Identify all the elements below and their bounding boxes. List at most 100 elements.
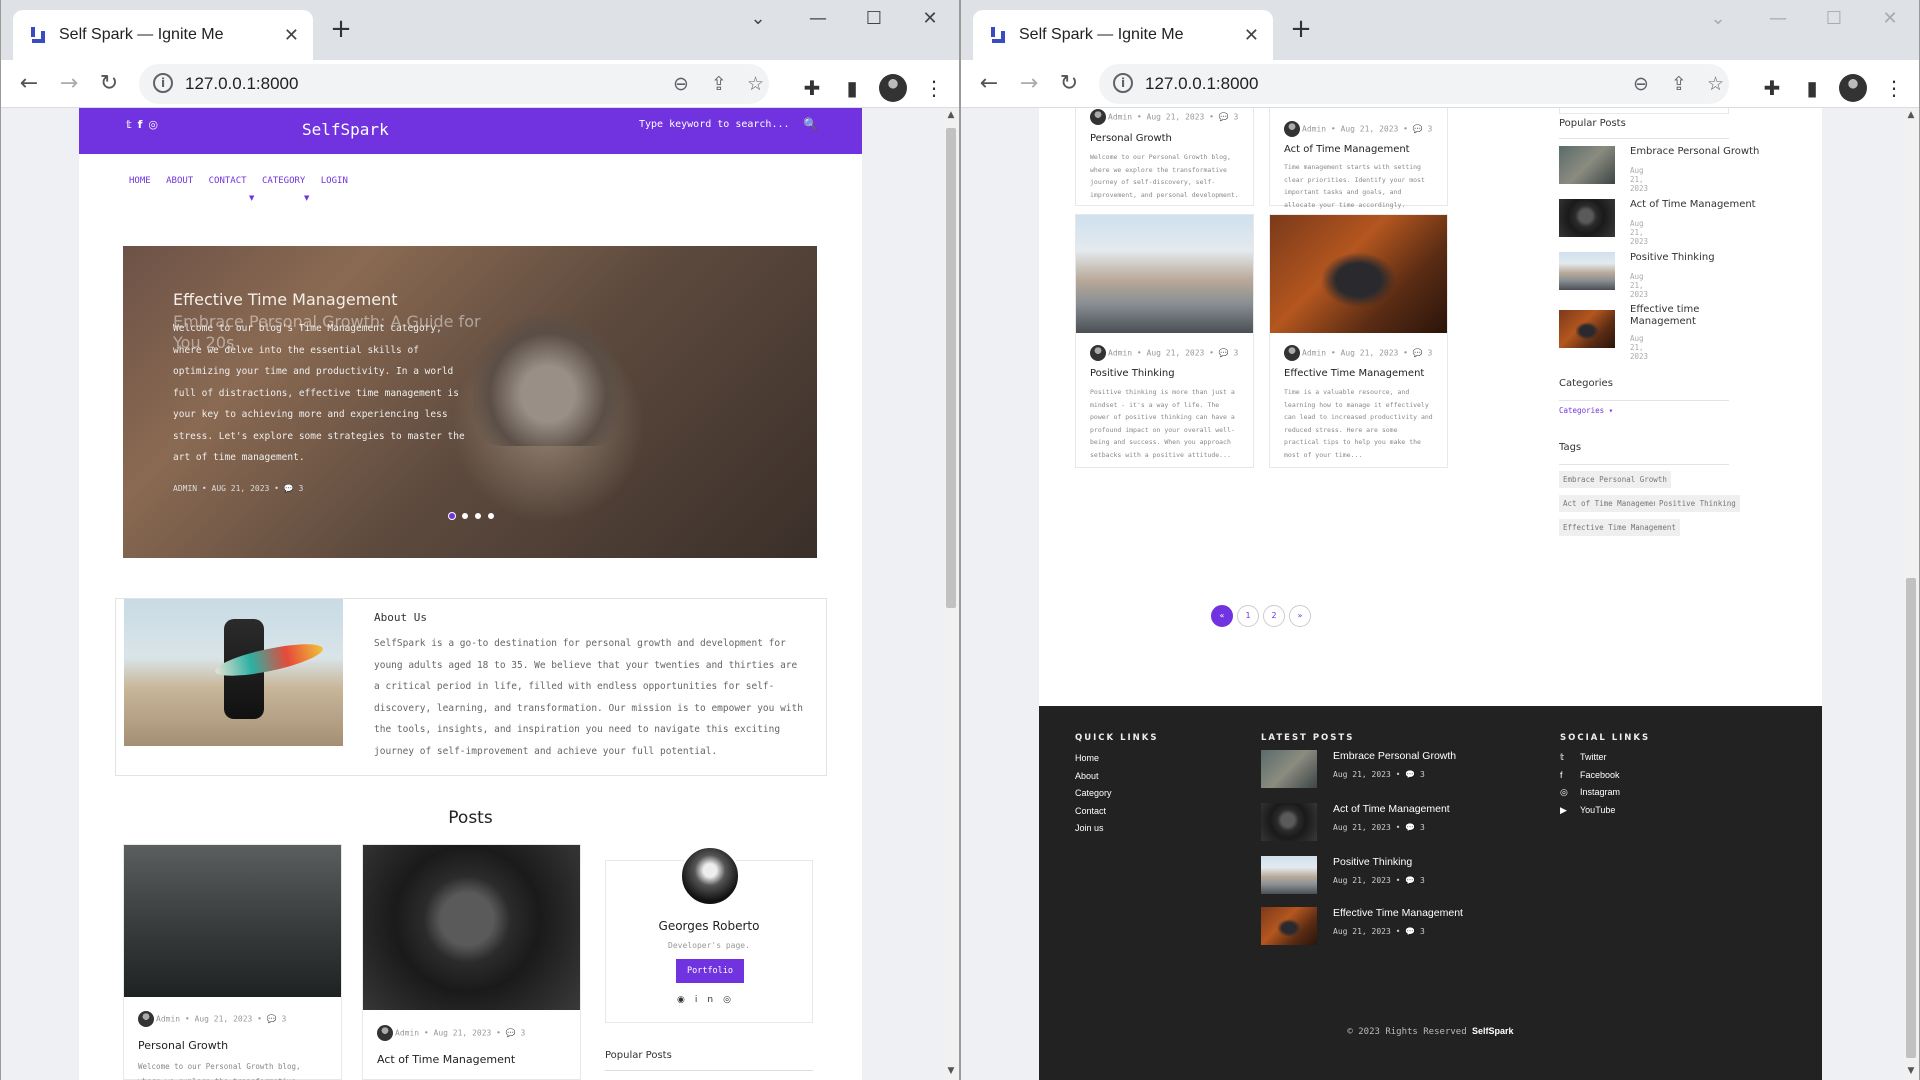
post-title[interactable]: Personal Growth — [138, 1039, 228, 1052]
footer-link-join[interactable]: Join us — [1075, 823, 1104, 833]
new-tab-button[interactable]: + — [327, 16, 355, 44]
social-facebook[interactable]: f Facebook — [1560, 770, 1620, 780]
tag-chip[interactable]: Effective Time Management — [1559, 519, 1680, 536]
carousel-dot[interactable] — [488, 513, 494, 519]
carousel-dot[interactable] — [475, 513, 481, 519]
copyright-brand[interactable]: SelfSpark — [1472, 1026, 1514, 1036]
close-icon[interactable]: ✕ — [1244, 25, 1259, 46]
browser-tab[interactable]: Self Spark — Ignite Me ✕ — [973, 10, 1273, 60]
pagination-page-2[interactable]: 2 — [1263, 605, 1285, 627]
share-icon[interactable]: ⇪ — [1671, 73, 1687, 95]
social-twitter[interactable]: 𝕥 Twitter — [1560, 752, 1607, 763]
profile-avatar[interactable] — [879, 74, 907, 102]
footer-post-title[interactable]: Positive Thinking — [1333, 856, 1412, 868]
post-title[interactable]: Positive Thinking — [1090, 368, 1175, 379]
close-icon[interactable]: ✕ — [284, 25, 299, 46]
scrollbar-thumb[interactable] — [946, 128, 956, 608]
sidebar-icon[interactable]: ▮ — [839, 76, 865, 100]
scroll-down-icon[interactable]: ▼ — [943, 1066, 959, 1076]
zoom-out-icon[interactable]: ⊖ — [673, 73, 689, 95]
nav-contact[interactable]: CONTACT — [209, 176, 247, 186]
popular-post-title[interactable]: Positive Thinking — [1630, 252, 1770, 264]
star-icon[interactable]: ☆ — [1707, 73, 1724, 95]
chevron-down-icon[interactable]: ⌄ — [743, 8, 773, 29]
info-icon[interactable]: i — [1113, 73, 1133, 93]
post-card[interactable]: Admin • Aug 21, 2023 • 💬 3 Personal Grow… — [1075, 108, 1254, 206]
zoom-out-icon[interactable]: ⊖ — [1633, 73, 1649, 95]
popular-post-title[interactable]: Embrace Personal Growth — [1630, 146, 1770, 158]
facebook-icon[interactable]: f — [138, 118, 149, 131]
scroll-up-icon[interactable]: ▲ — [943, 110, 959, 120]
footer-link-home[interactable]: Home — [1075, 753, 1099, 763]
info-icon[interactable]: i — [153, 73, 173, 93]
instagram-icon[interactable]: ◎ — [723, 995, 741, 1005]
post-card[interactable]: Admin • Aug 21, 2023 • 💬 3 Act of Time M… — [1269, 108, 1448, 209]
portfolio-button[interactable]: Portfolio — [676, 959, 744, 983]
search-input[interactable]: Type keyword to search... — [639, 119, 790, 130]
close-window-icon[interactable]: ✕ — [915, 8, 945, 29]
extensions-icon[interactable]: ✚ — [799, 76, 825, 100]
footer-link-about[interactable]: About — [1075, 771, 1099, 781]
post-card[interactable]: Admin • Aug 21, 2023 • 💬 3 Personal Grow… — [123, 844, 342, 1080]
tag-chip[interactable]: Embrace Personal Growth — [1559, 471, 1671, 488]
twitter-icon[interactable]: 𝕥 — [126, 118, 138, 131]
reload-icon[interactable]: ↻ — [95, 70, 123, 98]
extensions-icon[interactable]: ✚ — [1759, 76, 1785, 100]
tag-chip[interactable]: Positive Thinking — [1655, 495, 1740, 512]
forward-icon[interactable]: → — [1015, 70, 1043, 98]
search-icon[interactable]: 🔍 — [803, 117, 818, 131]
browser-tab[interactable]: Self Spark — Ignite Me ✕ — [13, 10, 313, 60]
social-youtube[interactable]: ▶ YouTube — [1560, 805, 1615, 816]
star-icon[interactable]: ☆ — [747, 73, 764, 95]
footer-post-title[interactable]: Embrace Personal Growth — [1333, 750, 1456, 762]
scroll-up-icon[interactable]: ▲ — [1903, 110, 1919, 120]
post-title[interactable]: Act of Time Management — [377, 1053, 515, 1066]
footer-link-category[interactable]: Category — [1075, 788, 1112, 798]
back-icon[interactable]: ← — [15, 70, 43, 98]
carousel-dot[interactable] — [449, 513, 455, 519]
popular-post-title[interactable]: Effective time Management — [1630, 304, 1710, 328]
scrollbar-thumb[interactable] — [1906, 578, 1916, 1058]
nav-home[interactable]: HOME — [129, 176, 151, 186]
pagination-prev[interactable]: « — [1211, 605, 1233, 627]
footer-link-contact[interactable]: Contact — [1075, 806, 1106, 816]
nav-login[interactable]: LOGIN — [321, 176, 348, 186]
minimize-icon[interactable]: — — [1763, 8, 1793, 29]
maximize-icon[interactable]: ☐ — [859, 8, 889, 29]
post-title[interactable]: Act of Time Management — [1284, 144, 1410, 155]
nav-category[interactable]: CATEGORY — [262, 176, 305, 186]
nav-about[interactable]: ABOUT — [166, 176, 193, 186]
scrollbar[interactable]: ▲ ▼ — [943, 108, 959, 1080]
url-text[interactable]: 127.0.0.1:8000 — [1145, 74, 1258, 94]
minimize-icon[interactable]: — — [803, 8, 833, 29]
menu-icon[interactable]: ⋮ — [921, 76, 947, 100]
github-icon[interactable]: ◉ — [677, 995, 695, 1005]
popular-post-title[interactable]: Act of Time Management — [1630, 199, 1770, 211]
menu-icon[interactable]: ⋮ — [1881, 76, 1907, 100]
new-tab-button[interactable]: + — [1287, 16, 1315, 44]
maximize-icon[interactable]: ☐ — [1819, 8, 1849, 29]
site-brand[interactable]: SelfSpark — [302, 120, 389, 139]
post-card[interactable]: Admin • Aug 21, 2023 • 💬 3 Effective Tim… — [1269, 214, 1448, 468]
post-title[interactable]: Effective Time Management — [1284, 368, 1424, 379]
chevron-down-icon[interactable]: ⌄ — [1703, 8, 1733, 29]
reload-icon[interactable]: ↻ — [1055, 70, 1083, 98]
post-card[interactable]: Admin • Aug 21, 2023 • 💬 3 Positive Thin… — [1075, 214, 1254, 468]
url-text[interactable]: 127.0.0.1:8000 — [185, 74, 298, 94]
social-instagram[interactable]: ◎ Instagram — [1560, 787, 1620, 798]
tag-chip[interactable]: Act of Time Management — [1559, 495, 1667, 512]
hero-title[interactable]: Effective Time Management — [173, 290, 398, 309]
post-title[interactable]: Personal Growth — [1090, 133, 1172, 144]
post-card[interactable]: Admin • Aug 21, 2023 • 💬 3 Act of Time M… — [362, 844, 581, 1080]
address-bar[interactable]: i 127.0.0.1:8000 ⊖ ⇪ ☆ — [1099, 64, 1729, 104]
pagination-page-1[interactable]: 1 — [1237, 605, 1259, 627]
scrollbar[interactable]: ▲ ▼ — [1903, 108, 1919, 1080]
hero-carousel[interactable]: Embrace Personal Growth: A Guide for You… — [123, 246, 817, 558]
share-icon[interactable]: ⇪ — [711, 73, 727, 95]
footer-post-title[interactable]: Act of Time Management — [1333, 803, 1450, 815]
forward-icon[interactable]: → — [55, 70, 83, 98]
back-icon[interactable]: ← — [975, 70, 1003, 98]
profile-avatar[interactable] — [1839, 74, 1867, 102]
footer-post-title[interactable]: Effective Time Management — [1333, 907, 1463, 919]
linkedin-icon[interactable]: in — [695, 995, 723, 1005]
